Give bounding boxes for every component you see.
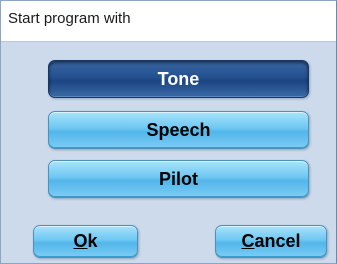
dialog-titlebar: Start program with: [1, 1, 336, 42]
start-program-dialog: Start program with Tone Speech Pilot Ok …: [0, 0, 337, 264]
cancel-button[interactable]: Cancel: [215, 225, 327, 258]
speech-button-label: Speech: [146, 119, 211, 140]
cancel-label-rest: ancel: [254, 231, 301, 251]
ok-label-rest: k: [87, 231, 98, 251]
pilot-button-label: Pilot: [159, 168, 198, 189]
ok-mnemonic: O: [73, 231, 88, 251]
dialog-title: Start program with: [8, 10, 131, 27]
ok-button[interactable]: Ok: [33, 225, 138, 258]
tone-button[interactable]: Tone: [48, 60, 309, 98]
tone-button-label: Tone: [157, 68, 200, 89]
speech-button[interactable]: Speech: [48, 111, 309, 149]
pilot-button[interactable]: Pilot: [48, 160, 309, 198]
cancel-mnemonic: C: [241, 231, 255, 251]
